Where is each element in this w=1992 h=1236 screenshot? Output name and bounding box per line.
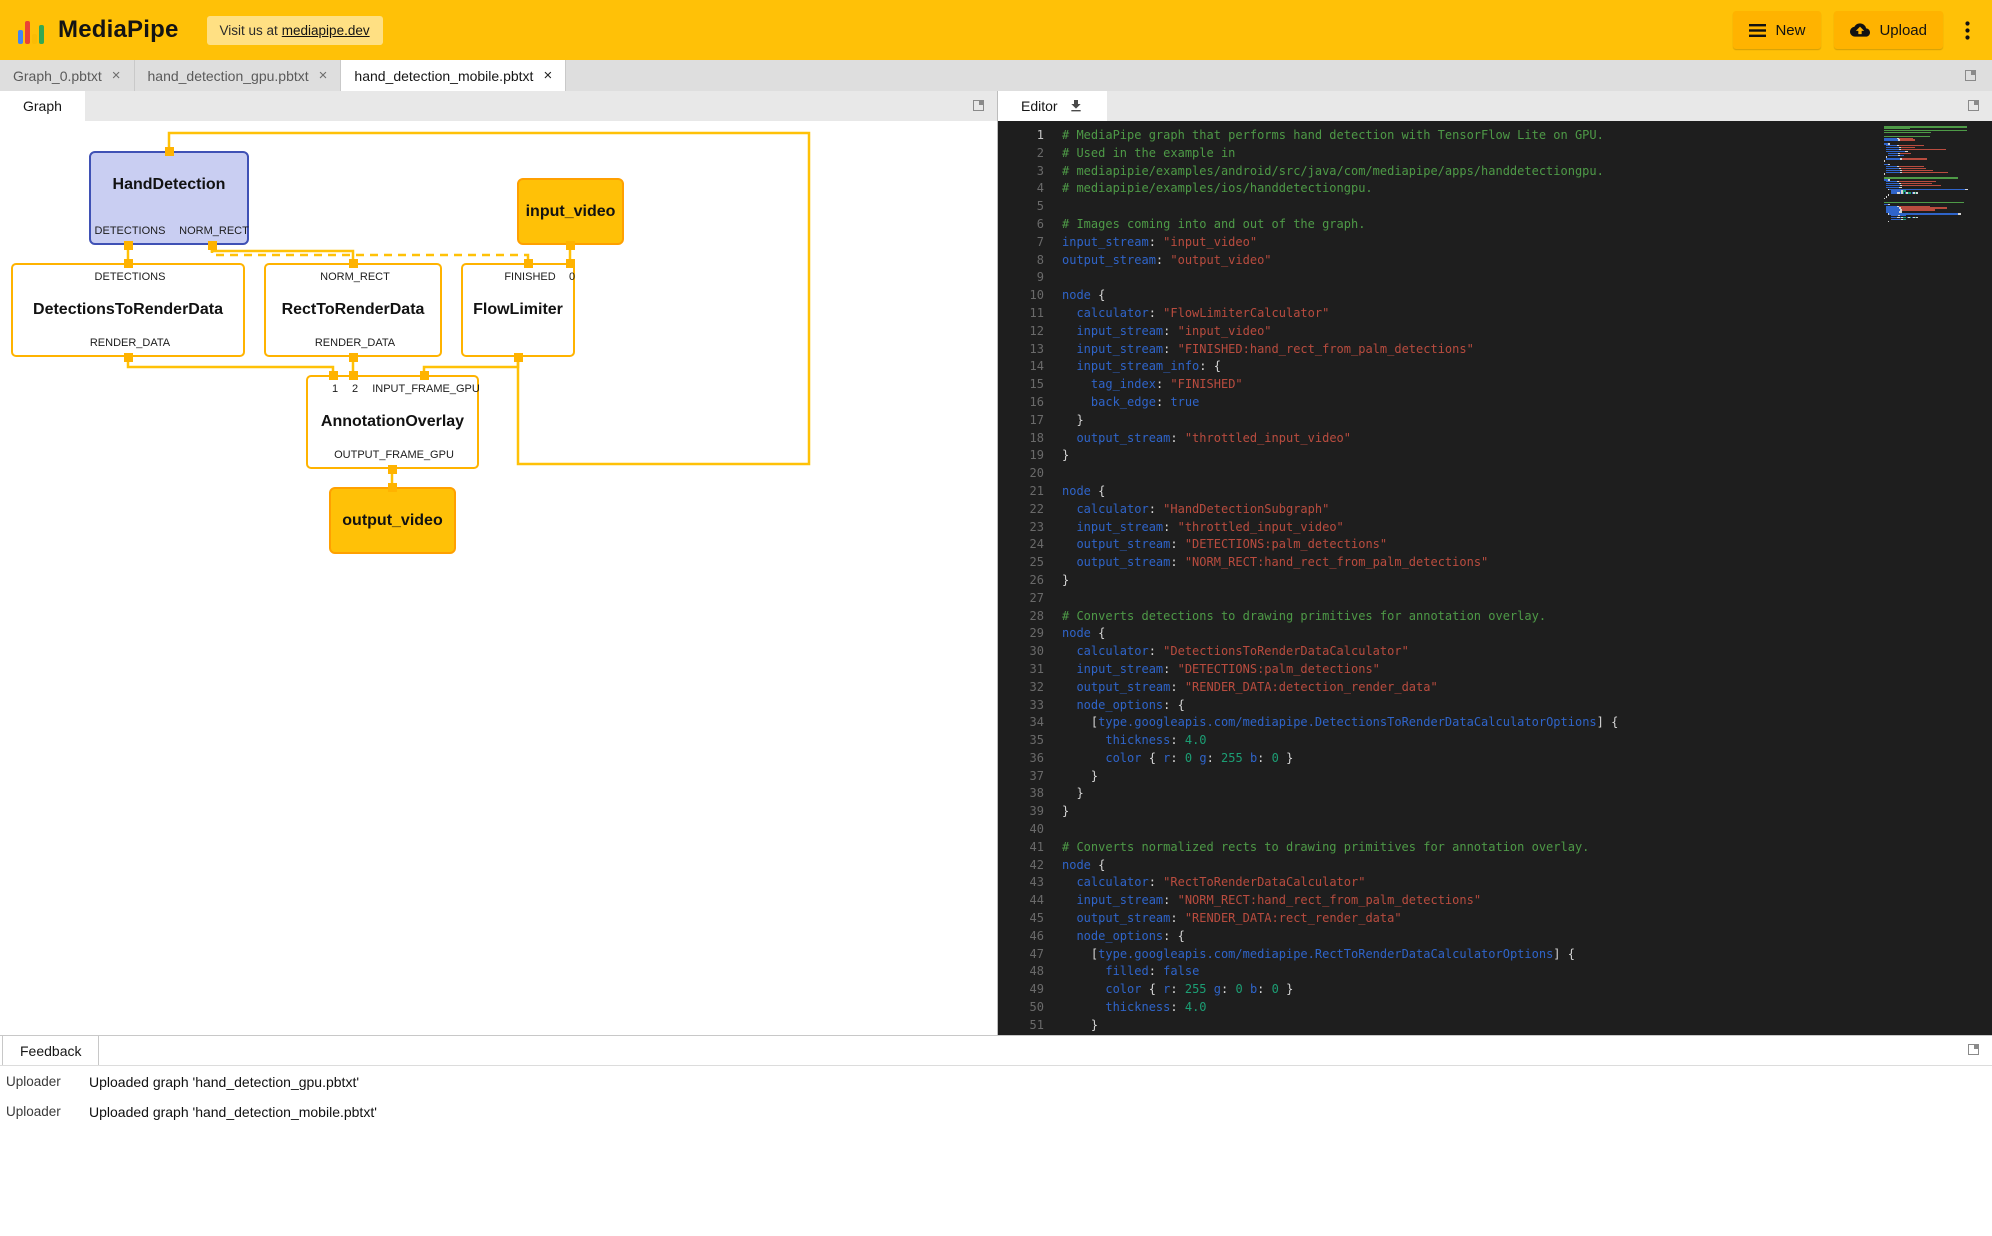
tab-graph[interactable]: Graph	[0, 91, 85, 121]
graph-node-input_video[interactable]: input_video	[517, 178, 624, 245]
graph-node-label: HandDetection	[93, 176, 245, 194]
tab-feedback[interactable]: Feedback	[2, 1036, 99, 1065]
new-button[interactable]: New	[1733, 11, 1821, 49]
port-square	[329, 371, 338, 380]
file-tab-label: hand_detection_gpu.pbtxt	[148, 68, 309, 84]
close-tab-icon[interactable]: ×	[319, 68, 328, 83]
port-label: DETECTIONS	[95, 271, 166, 283]
port-label: FINISHED	[504, 271, 555, 283]
port-label: NORM_RECT	[179, 225, 249, 237]
graph-node-HandDetection[interactable]: HandDetection DETECTIONS NORM_RECT	[89, 151, 249, 245]
upload-button[interactable]: Upload	[1834, 11, 1943, 49]
mediapipe-dev-link[interactable]: mediapipe.dev	[282, 23, 370, 38]
editor-tab-label: Editor	[1021, 98, 1058, 114]
port-square	[349, 371, 358, 380]
popout-icon[interactable]	[1965, 70, 1976, 81]
menu-lines-icon	[1749, 24, 1766, 37]
file-tab-graph0[interactable]: Graph_0.pbtxt ×	[0, 60, 135, 91]
tab-editor[interactable]: Editor	[998, 91, 1107, 121]
port-square	[566, 259, 575, 268]
graph-node-FlowLimiter[interactable]: FlowLimiter FINISHED 0	[461, 263, 575, 357]
port-label: DETECTIONS	[95, 225, 166, 237]
graph-canvas[interactable]: HandDetection DETECTIONS NORM_RECT input_vi…	[0, 121, 997, 1035]
graph-node-label: DetectionsToRenderData	[15, 301, 241, 319]
graph-edges	[0, 121, 997, 1035]
port-label: INPUT_FRAME_GPU	[372, 383, 480, 395]
feedback-message: Uploaded graph 'hand_detection_gpu.pbtxt…	[89, 1074, 359, 1090]
graph-tab-label: Graph	[23, 98, 62, 114]
port-square	[388, 465, 397, 474]
visit-chip-text: Visit us at	[220, 23, 278, 38]
port-square	[165, 147, 174, 156]
file-tab-label: hand_detection_mobile.pbtxt	[354, 68, 533, 84]
port-label: RENDER_DATA	[315, 337, 395, 349]
graph-node-label: output_video	[333, 512, 452, 530]
overflow-menu-icon[interactable]	[1956, 11, 1978, 49]
graph-node-output_video[interactable]: output_video	[329, 487, 456, 554]
graph-panel-header: Graph	[0, 91, 997, 121]
feedback-panel: Feedback Uploader Uploaded graph 'hand_d…	[0, 1035, 1992, 1236]
editor-panel: Editor 123456789101112131415161718192021…	[998, 91, 1992, 1035]
port-label: OUTPUT_FRAME_GPU	[334, 449, 454, 461]
code-editor[interactable]: 1234567891011121314151617181920212223242…	[998, 121, 1992, 1035]
graph-node-label: RectToRenderData	[268, 301, 438, 319]
graph-node-label: FlowLimiter	[465, 301, 571, 319]
file-tab-hand-detection-gpu[interactable]: hand_detection_gpu.pbtxt ×	[135, 60, 342, 91]
download-icon[interactable]	[1068, 98, 1084, 114]
close-tab-icon[interactable]: ×	[112, 68, 121, 83]
port-square	[514, 353, 523, 362]
feedback-entry: Uploader Uploaded graph 'hand_detection_…	[0, 1066, 1992, 1096]
port-label: 0	[569, 271, 575, 283]
graph-panel: Graph HandDetection DETECTIONS NORM_RECT in…	[0, 91, 998, 1035]
port-label: NORM_RECT	[320, 271, 390, 283]
popout-icon[interactable]	[973, 100, 984, 111]
cloud-upload-icon	[1850, 23, 1870, 37]
port-label: 2	[352, 383, 358, 395]
port-label: RENDER_DATA	[90, 337, 170, 349]
new-button-label: New	[1775, 22, 1805, 39]
editor-content[interactable]: # MediaPipe graph that performs hand det…	[1062, 127, 1864, 1035]
editor-panel-header: Editor	[998, 91, 1992, 121]
port-square	[349, 259, 358, 268]
file-tab-bar: Graph_0.pbtxt × hand_detection_gpu.pbtxt…	[0, 60, 1992, 91]
feedback-source: Uploader	[6, 1104, 89, 1119]
close-tab-icon[interactable]: ×	[543, 68, 552, 83]
port-square	[349, 353, 358, 362]
port-square	[388, 483, 397, 492]
graph-node-DetectionsToRenderData[interactable]: DetectionsToRenderData DETECTIONS RENDER_D…	[11, 263, 245, 357]
port-square	[208, 241, 217, 250]
port-square	[124, 259, 133, 268]
file-tab-hand-detection-mobile[interactable]: hand_detection_mobile.pbtxt ×	[341, 60, 566, 91]
visit-chip: Visit us at mediapipe.dev	[207, 16, 383, 45]
port-square	[420, 371, 429, 380]
app-header: MediaPipe Visit us at mediapipe.dev New …	[0, 0, 1992, 60]
mediapipe-logo-icon	[18, 17, 45, 44]
popout-icon[interactable]	[1968, 1044, 1979, 1055]
app-title: MediaPipe	[58, 16, 179, 44]
editor-gutter: 1234567891011121314151617181920212223242…	[998, 127, 1044, 1035]
feedback-message: Uploaded graph 'hand_detection_mobile.pb…	[89, 1104, 377, 1120]
graph-node-label: input_video	[521, 203, 620, 221]
feedback-entry: Uploader Uploaded graph 'hand_detection_…	[0, 1096, 1992, 1126]
upload-button-label: Upload	[1879, 22, 1927, 39]
port-label: 1	[332, 383, 338, 395]
popout-icon[interactable]	[1968, 100, 1979, 111]
port-square	[124, 353, 133, 362]
file-tab-label: Graph_0.pbtxt	[13, 68, 102, 84]
graph-node-label: AnnotationOverlay	[310, 413, 475, 431]
mediapipe-visualizer: MediaPipe Visit us at mediapipe.dev New …	[0, 0, 1992, 1236]
port-square	[124, 241, 133, 250]
graph-node-AnnotationOverlay[interactable]: AnnotationOverlay 1 2 INPUT_FRAME_GPU OUTPUT…	[306, 375, 479, 469]
feedback-panel-header: Feedback	[0, 1036, 1992, 1066]
graph-node-RectToRenderData[interactable]: RectToRenderData NORM_RECT RENDER_DATA	[264, 263, 442, 357]
feedback-tab-label: Feedback	[20, 1043, 81, 1059]
feedback-source: Uploader	[6, 1074, 89, 1089]
port-square	[566, 241, 575, 250]
port-square	[524, 259, 533, 268]
editor-minimap[interactable]	[1884, 126, 1976, 222]
